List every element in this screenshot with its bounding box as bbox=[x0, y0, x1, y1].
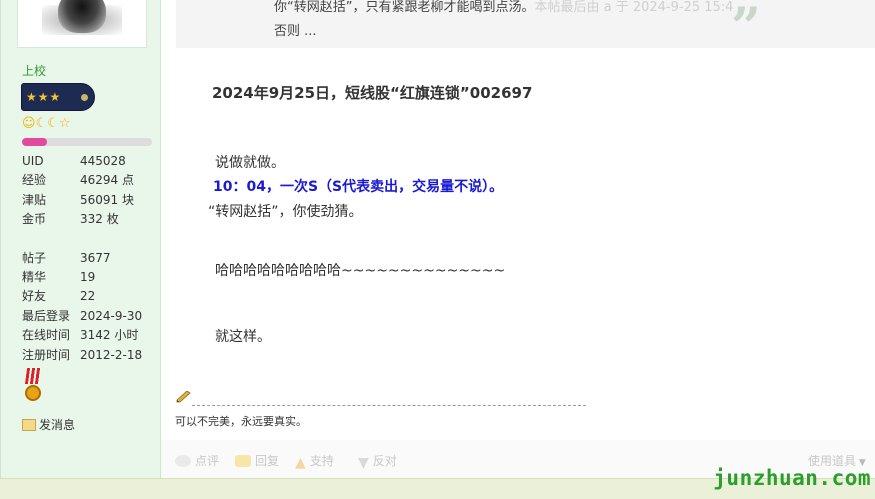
support-label: 支持 bbox=[309, 454, 334, 468]
stat-value[interactable]: 19 bbox=[80, 270, 95, 284]
stat-row-online-time: 在线时间 3142 小时 bbox=[22, 326, 157, 345]
stat-row-posts: 帖子 3677 bbox=[22, 249, 157, 268]
stat-row-uid: UID 445028 bbox=[22, 152, 157, 171]
reply-button[interactable]: 回复 bbox=[235, 452, 279, 469]
rank-stars-icon: ★★★ bbox=[26, 90, 62, 104]
medal-icon[interactable] bbox=[23, 368, 43, 404]
medal-ribbon bbox=[24, 368, 42, 384]
moon-icon: ☾ bbox=[35, 116, 48, 131]
level-icons: ☺☾☾☆ bbox=[22, 116, 71, 131]
stat-label: 金币 bbox=[22, 212, 47, 227]
insignia-button-icon bbox=[81, 94, 88, 101]
reply-icon bbox=[235, 455, 251, 467]
user-rank: 上校 bbox=[22, 64, 47, 78]
message-icon bbox=[22, 419, 36, 431]
eye-icon bbox=[175, 455, 191, 467]
stat-value: 332 枚 bbox=[80, 212, 119, 227]
avatar-figure-image bbox=[58, 0, 106, 33]
stat-label: 好友 bbox=[22, 289, 47, 304]
pencil-icon bbox=[176, 391, 191, 403]
stat-row-allowance: 津贴 56091 块 bbox=[22, 191, 157, 210]
stat-value[interactable]: 22 bbox=[80, 289, 95, 303]
post-paragraph: “转网赵括”，你使劲猜。 bbox=[208, 204, 363, 220]
thumbs-down-icon: ▼ bbox=[358, 455, 369, 471]
post-paragraph: 哈哈哈哈哈哈哈哈哈~~~~~~~~~~~~~~ bbox=[215, 263, 506, 279]
stat-value: 46294 点 bbox=[80, 173, 134, 188]
signature-divider bbox=[192, 405, 586, 406]
stat-label: 帖子 bbox=[22, 250, 47, 265]
stat-value[interactable]: 3677 bbox=[80, 251, 111, 265]
stat-label: UID bbox=[22, 154, 44, 168]
medal-disk bbox=[25, 385, 41, 401]
rank-insignia-badge: ★★★ bbox=[21, 83, 95, 111]
level-progress-fill bbox=[22, 138, 47, 146]
stat-row-digest: 精华 19 bbox=[22, 268, 157, 287]
stat-row-experience: 经验 46294 点 bbox=[22, 171, 157, 190]
avatar[interactable] bbox=[17, 0, 147, 48]
send-message-button[interactable]: 发消息 bbox=[22, 416, 75, 433]
stat-value: 2024-9-30 bbox=[80, 308, 143, 323]
moon-icon: ☾ bbox=[47, 116, 59, 131]
post-heading: 2024年9月25日，短线股“红旗连锁”002697 bbox=[212, 84, 533, 102]
user-signature: 可以不完美，永远要真实。 bbox=[175, 415, 307, 428]
stat-label: 津贴 bbox=[22, 192, 47, 207]
reply-label: 回复 bbox=[255, 454, 280, 468]
quote-line-more: 否则 ... bbox=[274, 24, 317, 39]
quote-line: 你“转网赵括”，只有紧跟老柳才能喝到点汤。本帖最后由 a 于 2024-9-25… bbox=[274, 0, 733, 15]
support-button[interactable]: ▲ 支持 bbox=[295, 452, 334, 471]
stat-label: 经验 bbox=[22, 173, 47, 188]
sun-icon: ☺ bbox=[22, 116, 36, 131]
stat-label: 精华 bbox=[22, 269, 47, 284]
quote-block: 你“转网赵括”，只有紧跟老柳才能喝到点汤。本帖最后由 a 于 2024-9-25… bbox=[176, 0, 875, 54]
stat-label: 在线时间 bbox=[22, 328, 71, 343]
star-icon: ☆ bbox=[58, 116, 71, 131]
stat-label: 注册时间 bbox=[22, 347, 71, 362]
oppose-button[interactable]: ▼ 反对 bbox=[358, 452, 397, 471]
level-progress-bar bbox=[22, 138, 152, 146]
rate-label: 点评 bbox=[195, 454, 220, 468]
stats-spacer bbox=[22, 230, 157, 249]
send-message-label: 发消息 bbox=[39, 418, 76, 432]
site-watermark: junzhuan.com bbox=[713, 466, 871, 490]
stat-row-friends: 好友 22 bbox=[22, 287, 157, 306]
author-profile-panel: 上校 ★★★ ☺☾☾☆ UID 445028 经验 46294 点 津贴 56091 … bbox=[0, 0, 161, 478]
stat-value: 3142 小时 bbox=[80, 328, 139, 343]
stat-value[interactable]: 445028 bbox=[80, 154, 126, 168]
post-paragraph-highlight: 10：04，一次S（S代表卖出，交易量不说）。 bbox=[213, 179, 504, 195]
stat-row-register-date: 注册时间 2012-2-18 bbox=[22, 346, 157, 365]
stat-value: 2012-2-18 bbox=[80, 347, 143, 362]
user-stats: UID 445028 经验 46294 点 津贴 56091 块 金币 332 枚 帖子… bbox=[22, 152, 157, 365]
stat-label: 最后登录 bbox=[22, 308, 71, 323]
quote-text: 你“转网赵括”，只有紧跟老柳才能喝到点汤。 bbox=[274, 0, 535, 15]
rate-button[interactable]: 点评 bbox=[175, 452, 219, 469]
stat-row-last-login: 最后登录 2024-9-30 bbox=[22, 307, 157, 326]
post-paragraph: 就这样。 bbox=[215, 329, 271, 345]
oppose-label: 反对 bbox=[372, 454, 397, 468]
thumbs-up-icon: ▲ bbox=[295, 455, 306, 471]
stat-value: 56091 块 bbox=[80, 192, 134, 207]
stat-row-coins: 金币 332 枚 bbox=[22, 210, 157, 229]
quote-edit-note: 本帖最后由 a 于 2024-9-25 15:4 bbox=[534, 0, 734, 15]
post-paragraph: 说做就做。 bbox=[215, 155, 285, 171]
quote-close-icon: ” bbox=[731, 0, 761, 58]
